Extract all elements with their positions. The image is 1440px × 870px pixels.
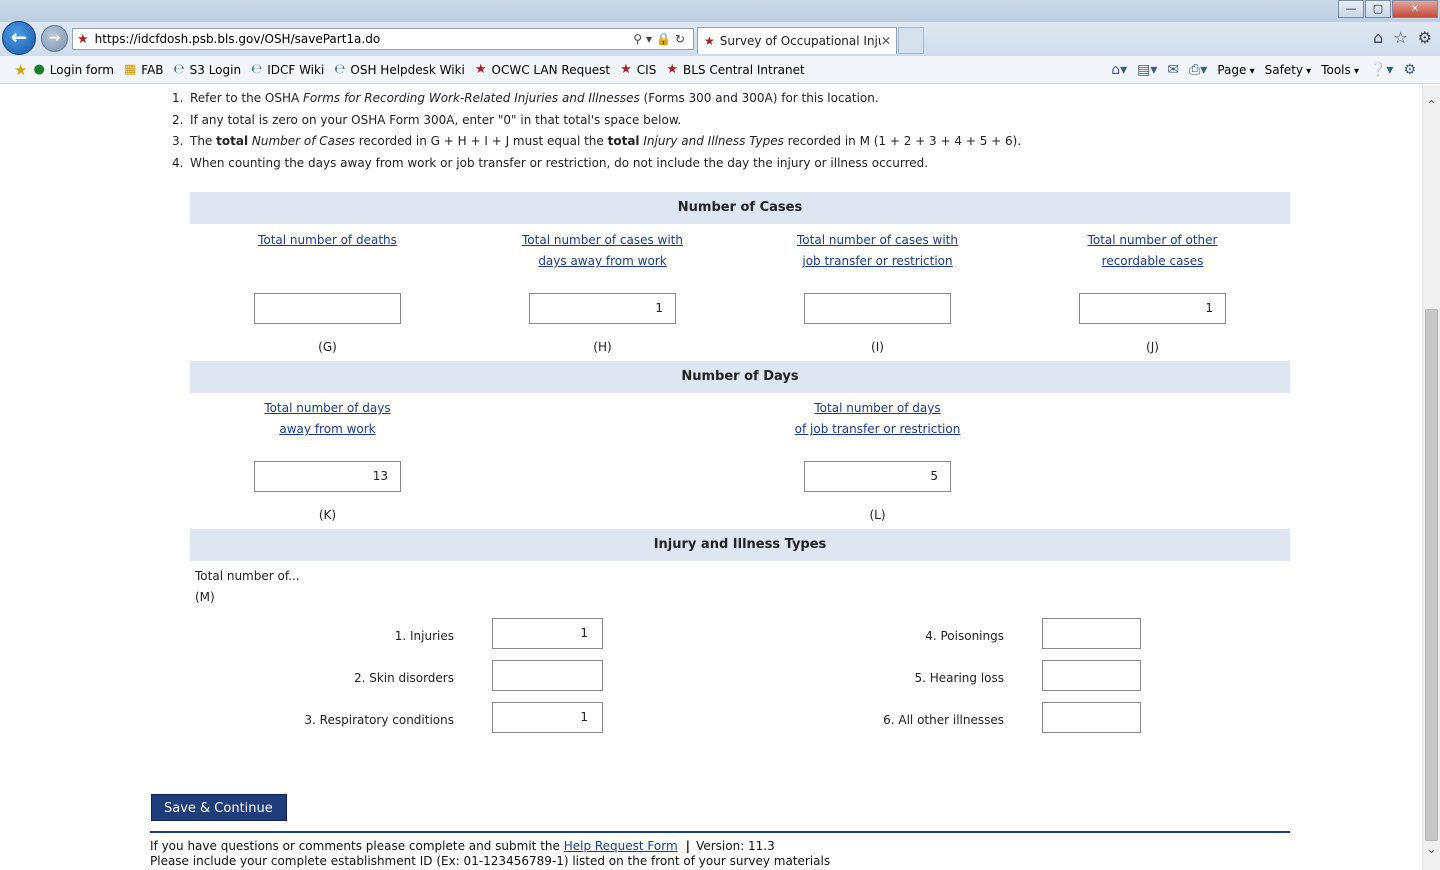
minimize-button[interactable]: — bbox=[1338, 0, 1364, 18]
instruction-item: 4. When counting the days away from work … bbox=[172, 155, 929, 170]
instruction-item: 1. Refer to the OSHA Forms for Recording … bbox=[172, 91, 879, 105]
letter-m: (M) bbox=[195, 590, 215, 604]
home-menu-icon[interactable]: ⌂▾ bbox=[1111, 62, 1127, 78]
version-text: Version: 11.3 bbox=[696, 839, 775, 853]
site-star-icon: ★ bbox=[77, 31, 89, 47]
back-button[interactable]: ← bbox=[2, 21, 36, 55]
letter-k: (K) bbox=[318, 508, 337, 522]
letter-h: (H) bbox=[593, 340, 612, 354]
fav-bls-intranet[interactable]: ★ BLS Central Intranet bbox=[666, 62, 804, 77]
help-request-link[interactable]: Help Request Form bbox=[564, 839, 678, 853]
scroll-thumb[interactable] bbox=[1425, 309, 1438, 841]
gear-icon[interactable]: ⚙ bbox=[1403, 62, 1416, 78]
respiratory-label: 3. Respiratory conditions bbox=[304, 713, 454, 727]
poisonings-input[interactable] bbox=[1042, 618, 1141, 649]
browser-right-icons: ⌂ ☆ ⚙ bbox=[1373, 28, 1432, 47]
favorites-star-icon[interactable]: ☆ bbox=[1393, 28, 1407, 47]
gear-icon[interactable]: ⚙ bbox=[1418, 28, 1432, 47]
address-controls[interactable]: ⚲▾🔒↻ bbox=[633, 32, 693, 46]
scroll-up-icon[interactable]: ⌃ bbox=[1423, 97, 1440, 114]
fav-s3-login[interactable]: ℮ S3 Login bbox=[174, 62, 242, 77]
skin-disorders-label: 2. Skin disorders bbox=[353, 671, 454, 685]
transfer-cases-label[interactable]: Total number of cases with job transfer … bbox=[740, 230, 1015, 272]
fav-idcf-wiki[interactable]: ℮ IDCF Wiki bbox=[251, 62, 324, 77]
vertical-scrollbar[interactable]: ⌃ ⌄ bbox=[1422, 85, 1440, 870]
tab-survey[interactable]: ★ Survey of Occupational Inju... ✕ bbox=[697, 27, 897, 54]
tab-title: Survey of Occupational Inju... bbox=[719, 34, 881, 48]
ie-icon: ℮ bbox=[173, 62, 185, 77]
injuries-input[interactable]: 1 bbox=[492, 618, 603, 649]
redstar-icon: ★ bbox=[666, 62, 678, 77]
home-icon[interactable]: ⌂ bbox=[1373, 28, 1383, 47]
days-heading: Number of Days bbox=[190, 361, 1290, 393]
favorites-bar: ★ ● Login form ▦ FAB ℮ S3 Login ℮ IDCF Wiki … bbox=[0, 56, 1440, 84]
poisonings-label: 4. Poisonings bbox=[925, 629, 1004, 643]
days-away-input[interactable]: 13 bbox=[254, 461, 401, 492]
command-bar: ⌂▾ ▤▾ ✉ ⎙▾ Page Safety Tools ❔▾ ⚙ bbox=[1111, 56, 1416, 84]
ie-icon: ℮ bbox=[334, 62, 346, 77]
forward-button[interactable]: → bbox=[41, 25, 68, 52]
letter-i: (I) bbox=[871, 340, 884, 354]
deaths-label[interactable]: Total number of deaths bbox=[190, 230, 465, 251]
other-illnesses-input[interactable] bbox=[1042, 702, 1141, 733]
other-cases-input[interactable]: 1 bbox=[1079, 293, 1226, 324]
instructions-list: 1. Refer to the OSHA Forms for Recording … bbox=[172, 88, 1021, 174]
letter-j: (J) bbox=[1146, 340, 1159, 354]
transfer-days-input[interactable]: 5 bbox=[804, 461, 951, 492]
injuries-label: 1. Injuries bbox=[394, 629, 454, 643]
favorites-add-icon[interactable]: ★ bbox=[14, 61, 27, 79]
tab-close-icon[interactable]: ✕ bbox=[881, 34, 896, 48]
address-url[interactable]: https://idcfdosh.psb.bls.gov/OSH/savePar… bbox=[95, 32, 634, 46]
rss-icon[interactable]: ▤▾ bbox=[1137, 62, 1157, 78]
mail-icon[interactable]: ✉ bbox=[1167, 62, 1179, 78]
days-away-cases-label[interactable]: Total number of cases with days away fro… bbox=[465, 230, 740, 272]
footer-line-2: Please include your complete establishme… bbox=[150, 854, 831, 868]
other-illnesses-label: 6. All other illnesses bbox=[883, 713, 1004, 727]
fav-cis[interactable]: ★ CIS bbox=[620, 62, 656, 77]
days-away-cases-input[interactable]: 1 bbox=[529, 293, 676, 324]
fav-ocwc-lan[interactable]: ★ OCWC LAN Request bbox=[475, 62, 610, 77]
window-controls: — ▢ ✕ bbox=[1337, 0, 1438, 18]
page-menu[interactable]: Page bbox=[1217, 63, 1254, 77]
cases-heading: Number of Cases bbox=[190, 192, 1290, 224]
instruction-item: 2. If any total is zero on your OSHA Form… bbox=[172, 112, 682, 127]
hearing-loss-input[interactable] bbox=[1042, 660, 1141, 691]
close-window-button[interactable]: ✕ bbox=[1392, 0, 1438, 18]
ie-icon: ℮ bbox=[251, 62, 263, 77]
fav-osh-helpdesk[interactable]: ℮ OSH Helpdesk Wiki bbox=[334, 62, 465, 77]
footer-line-1: If you have questions or comments please… bbox=[150, 839, 775, 853]
redstar-icon: ★ bbox=[474, 62, 487, 77]
footer: If you have questions or comments please… bbox=[150, 839, 830, 869]
maximize-button[interactable]: ▢ bbox=[1365, 0, 1391, 18]
types-heading: Injury and Illness Types bbox=[190, 529, 1290, 561]
tab-star-icon: ★ bbox=[704, 34, 715, 48]
skin-disorders-input[interactable] bbox=[492, 660, 603, 691]
save-continue-button[interactable]: Save & Continue ➜ bbox=[151, 794, 287, 843]
letter-g: (G) bbox=[318, 340, 337, 354]
safety-menu[interactable]: Safety bbox=[1265, 63, 1312, 77]
print-icon[interactable]: ⎙▾ bbox=[1189, 62, 1207, 78]
respiratory-input[interactable]: 1 bbox=[492, 702, 603, 733]
hearing-loss-label: 5. Hearing loss bbox=[914, 671, 1004, 685]
days-away-label[interactable]: Total number of days away from work bbox=[190, 398, 465, 440]
total-number-label: Total number of... bbox=[195, 569, 300, 583]
help-icon[interactable]: ❔▾ bbox=[1369, 62, 1393, 78]
letter-l: (L) bbox=[869, 508, 886, 522]
transfer-days-label[interactable]: Total number of days of job transfer or … bbox=[740, 398, 1015, 440]
fav-fab[interactable]: ▦ FAB bbox=[124, 62, 164, 77]
tools-menu[interactable]: Tools bbox=[1321, 63, 1359, 77]
globe-icon: ● bbox=[33, 62, 45, 77]
deaths-input[interactable] bbox=[254, 293, 401, 324]
grid-icon: ▦ bbox=[123, 62, 137, 77]
scroll-down-icon[interactable]: ⌄ bbox=[1423, 841, 1440, 858]
page-content: 1. Refer to the OSHA Forms for Recording … bbox=[0, 85, 1422, 870]
transfer-cases-input[interactable] bbox=[804, 293, 951, 324]
instruction-item: 3. The total Number of Cases recorded in … bbox=[172, 134, 1022, 148]
footer-divider bbox=[150, 831, 1290, 833]
fav-login-form[interactable]: ● Login form bbox=[33, 62, 114, 77]
other-cases-label[interactable]: Total number of other recordable cases bbox=[1015, 230, 1290, 272]
address-bar[interactable]: ★ https://idcfdosh.psb.bls.gov/OSH/saveP… bbox=[72, 28, 694, 50]
redstar-icon: ★ bbox=[620, 62, 632, 77]
new-tab-button[interactable] bbox=[898, 27, 924, 54]
